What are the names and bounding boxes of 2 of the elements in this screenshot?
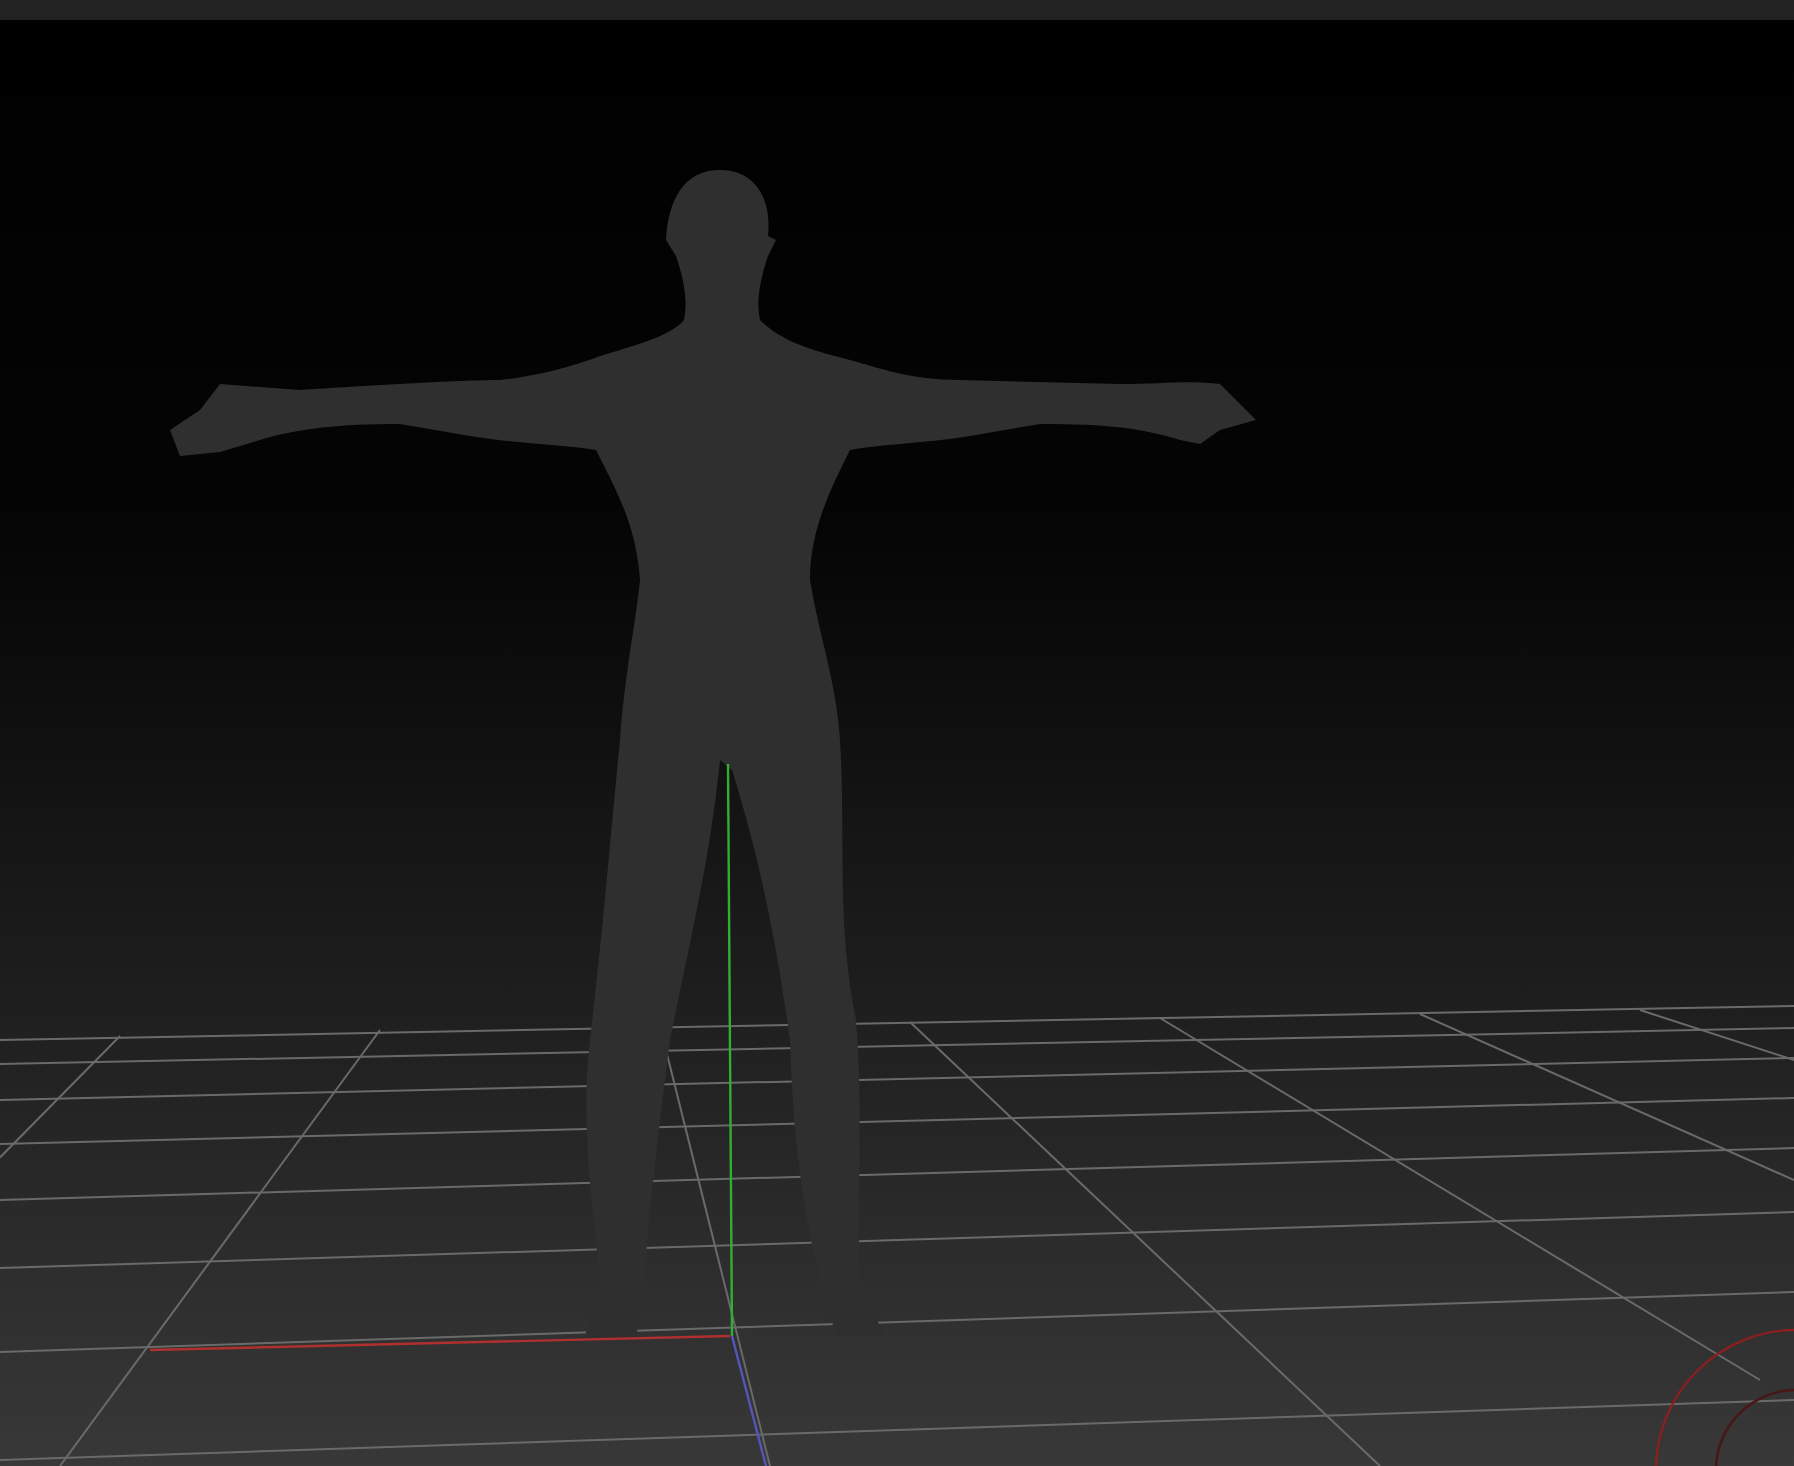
rotation-gizmo-icon[interactable] [1654, 1328, 1794, 1466]
mannequin-drawing[interactable] [170, 170, 1256, 1340]
